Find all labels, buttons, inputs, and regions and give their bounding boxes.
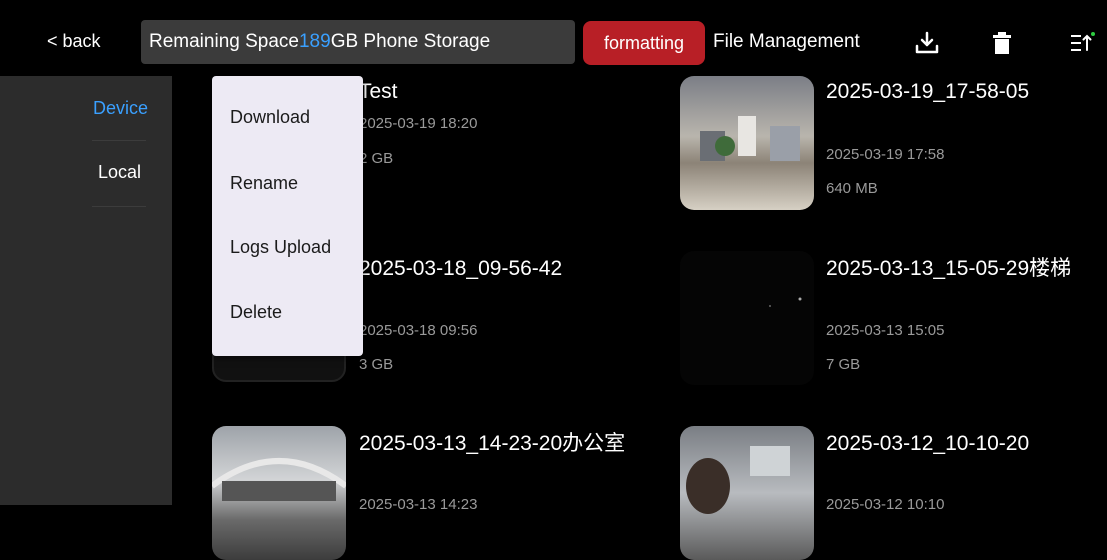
back-button[interactable]: < back <box>47 31 101 52</box>
file-thumbnail[interactable] <box>680 76 814 210</box>
person-thumbnail-image <box>686 446 790 514</box>
format-button[interactable]: formatting <box>583 21 705 65</box>
menu-item-rename[interactable]: Rename <box>230 173 298 194</box>
file-name[interactable]: 2025-03-13_14-23-20办公室 <box>359 432 639 456</box>
office-thumbnail-image <box>212 458 346 501</box>
file-date: 2025-03-19 17:58 <box>826 146 945 163</box>
storage-label: Remaining Space <box>149 31 299 52</box>
sidebar-item-device[interactable]: Device <box>93 98 148 119</box>
storage-unit: GB Phone Storage <box>330 31 491 52</box>
file-size: 3 GB <box>359 356 394 373</box>
storage-info: Remaining Space189GB Phone Storage <box>141 20 575 64</box>
file-date: 2025-03-13 15:05 <box>826 322 945 339</box>
page-title: File Management <box>713 31 860 52</box>
storage-value: 189 <box>298 31 331 52</box>
file-size: 7 GB <box>826 356 861 373</box>
file-date: 2025-03-18 09:56 <box>359 322 478 339</box>
context-menu: Download Rename Logs Upload Delete <box>212 76 363 356</box>
sidebar-divider <box>92 206 146 207</box>
file-thumbnail[interactable] <box>680 426 814 560</box>
file-date: 2025-03-19 18:20 <box>359 115 478 132</box>
menu-item-delete[interactable]: Delete <box>230 302 282 323</box>
sidebar-item-local[interactable]: Local <box>98 162 141 183</box>
panorama-thumbnail-image <box>700 116 800 161</box>
sidebar-divider <box>92 140 146 141</box>
file-name[interactable]: 2025-03-13_15-05-29楼梯 <box>826 257 1086 281</box>
menu-item-logs-upload[interactable]: Logs Upload <box>230 237 331 258</box>
file-size: 640 MB <box>826 180 878 197</box>
file-name[interactable]: Test <box>359 80 639 104</box>
menu-item-download[interactable]: Download <box>230 107 310 128</box>
top-bar: < back Remaining Space189GB Phone Storag… <box>0 0 1107 76</box>
sidebar: Device Local <box>0 76 172 505</box>
file-name[interactable]: 2025-03-19_17-58-05 <box>826 80 1086 104</box>
file-size: 2 GB <box>359 150 394 167</box>
file-name[interactable]: 2025-03-18_09-56-42 <box>359 257 639 281</box>
dark-thumbnail-image <box>769 297 802 307</box>
file-name[interactable]: 2025-03-12_10-10-20 <box>826 432 1086 456</box>
sort-icon[interactable] <box>1066 28 1096 58</box>
download-icon[interactable] <box>912 28 942 58</box>
file-thumbnail[interactable] <box>212 426 346 560</box>
file-thumbnail[interactable] <box>680 251 814 385</box>
trash-icon[interactable] <box>987 28 1017 58</box>
